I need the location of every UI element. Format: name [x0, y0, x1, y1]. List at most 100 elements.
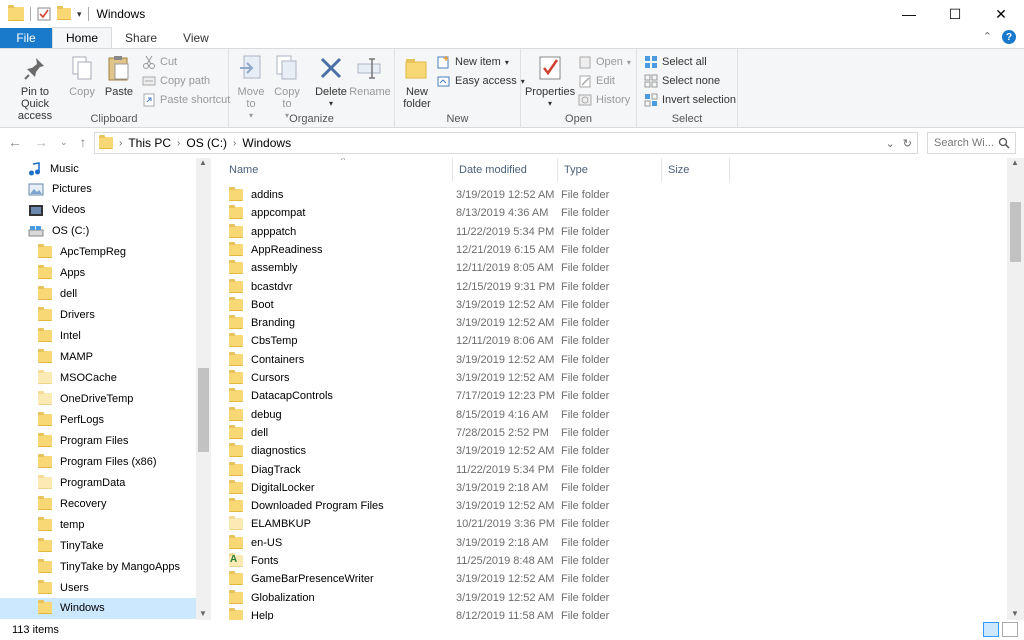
column-header-size[interactable]: Size — [662, 158, 730, 182]
chevron-right-icon[interactable]: › — [233, 138, 236, 149]
table-row[interactable]: addins 3/19/2019 12:52 AM File folder — [223, 186, 743, 204]
table-row[interactable]: debug 8/15/2019 4:16 AM File folder — [223, 406, 743, 424]
refresh-icon[interactable]: ↻ — [903, 137, 912, 150]
nav-item[interactable]: PerfLogs — [0, 409, 196, 430]
table-row[interactable]: Boot 3/19/2019 12:52 AM File folder — [223, 296, 743, 314]
scroll-down-icon[interactable]: ▼ — [199, 609, 207, 618]
minimize-button[interactable]: — — [886, 0, 932, 28]
nav-item[interactable]: Drivers — [0, 305, 196, 326]
new-folder-button[interactable]: New folder — [401, 53, 433, 110]
table-row[interactable]: apppatch 11/22/2019 5:34 PM File folder — [223, 223, 743, 241]
details-view-button[interactable] — [983, 622, 999, 637]
table-row[interactable]: bcastdvr 12/15/2019 9:31 PM File folder — [223, 278, 743, 296]
nav-item[interactable]: Program Files (x86) — [0, 451, 196, 472]
table-row[interactable]: GameBarPresenceWriter 3/19/2019 12:52 AM F… — [223, 570, 743, 588]
nav-item[interactable]: ApcTempReg — [0, 242, 196, 263]
nav-item[interactable]: OneDriveTemp — [0, 388, 196, 409]
properties-button[interactable]: Properties ▾ — [525, 53, 575, 110]
table-row[interactable]: ELAMBKUP 10/21/2019 3:36 PM File folder — [223, 515, 743, 533]
help-icon[interactable]: ? — [1002, 30, 1016, 44]
nav-item[interactable]: dell — [0, 284, 196, 305]
invert-selection-button[interactable]: Invert selection — [644, 91, 736, 109]
tab-file[interactable]: File — [0, 28, 52, 48]
tab-share[interactable]: Share — [112, 28, 170, 48]
column-header-date[interactable]: Date modified — [453, 158, 558, 182]
table-row[interactable]: A Fonts 11/25/2019 8:48 AM File folder — [223, 552, 743, 570]
easy-access-button[interactable]: Easy access ▾ — [437, 72, 525, 90]
history-button[interactable]: History — [578, 91, 630, 109]
nav-item[interactable]: ProgramData — [0, 472, 196, 493]
nav-item[interactable]: MSOCache — [0, 368, 196, 389]
customize-qat-icon[interactable]: ▾ — [77, 9, 82, 20]
nav-item[interactable]: Music — [0, 158, 196, 179]
breadcrumb-windows[interactable]: Windows — [242, 136, 291, 150]
recent-locations-icon[interactable]: ⌄ — [60, 137, 68, 148]
copy-path-button[interactable]: Copy path — [142, 72, 210, 90]
nav-item[interactable]: OS (C:) — [0, 221, 196, 242]
table-row[interactable]: en-US 3/19/2019 2:18 AM File folder — [223, 534, 743, 552]
pin-to-quick-access-button[interactable]: Pin to Quick access — [6, 53, 64, 122]
chevron-right-icon[interactable]: › — [177, 138, 180, 149]
open-button[interactable]: Open ▾ — [578, 53, 631, 71]
copy-button[interactable]: Copy — [66, 53, 98, 98]
table-row[interactable]: assembly 12/11/2019 8:05 AM File folder — [223, 259, 743, 277]
search-input[interactable]: Search Wi... — [927, 132, 1016, 154]
delete-button[interactable]: Delete ▾ — [315, 53, 347, 110]
nav-item[interactable]: Videos — [0, 200, 196, 221]
nav-item[interactable]: Users — [0, 577, 196, 598]
select-none-button[interactable]: Select none — [644, 72, 720, 90]
properties-icon[interactable] — [37, 7, 51, 21]
edit-button[interactable]: Edit — [578, 72, 615, 90]
table-row[interactable]: appcompat 8/13/2019 4:36 AM File folder — [223, 204, 743, 222]
file-list-scrollbar[interactable]: ▲ ▼ — [1007, 158, 1024, 620]
paste-shortcut-button[interactable]: Paste shortcut — [142, 91, 230, 109]
chevron-down-icon[interactable]: ⌄ — [886, 137, 895, 150]
new-folder-icon[interactable] — [57, 6, 71, 20]
copy-to-button[interactable]: Copy to ▾ — [273, 53, 301, 122]
nav-item[interactable]: Program Files — [0, 430, 196, 451]
table-row[interactable]: Globalization 3/19/2019 12:52 AM File fold… — [223, 589, 743, 607]
breadcrumb-this-pc[interactable]: This PC — [128, 136, 171, 150]
nav-item[interactable]: Pictures — [0, 179, 196, 200]
table-row[interactable]: Containers 3/19/2019 12:52 AM File folder — [223, 351, 743, 369]
maximize-button[interactable]: ☐ — [932, 0, 978, 28]
nav-item[interactable]: Intel — [0, 326, 196, 347]
scroll-down-icon[interactable]: ▼ — [1011, 609, 1019, 618]
breadcrumb-os-c[interactable]: OS (C:) — [186, 136, 227, 150]
scroll-up-icon[interactable]: ▲ — [199, 158, 207, 167]
forward-arrow-icon[interactable]: → — [34, 134, 48, 150]
table-row[interactable]: CbsTemp 12/11/2019 8:06 AM File folder — [223, 332, 743, 350]
address-bar[interactable]: › This PC › OS (C:) › Windows ⌄ ↻ — [94, 132, 918, 154]
nav-item[interactable]: TinyTake — [0, 535, 196, 556]
expand-ribbon-icon[interactable]: ⌃ — [983, 30, 992, 44]
tab-view[interactable]: View — [170, 28, 222, 48]
nav-item[interactable]: Recovery — [0, 493, 196, 514]
scroll-up-icon[interactable]: ▲ — [1011, 158, 1019, 167]
nav-scroll-thumb[interactable] — [198, 368, 209, 452]
close-button[interactable]: ✕ — [978, 0, 1024, 28]
tab-home[interactable]: Home — [52, 27, 113, 48]
nav-item[interactable]: TinyTake by MangoApps — [0, 556, 196, 577]
table-row[interactable]: Branding 3/19/2019 12:52 AM File folder — [223, 314, 743, 332]
nav-item[interactable]: temp — [0, 514, 196, 535]
file-list-scroll-thumb[interactable] — [1010, 202, 1021, 262]
up-arrow-icon[interactable]: ↑ — [80, 134, 87, 150]
move-to-button[interactable]: Move to ▾ — [237, 53, 265, 122]
table-row[interactable]: dell 7/28/2015 2:52 PM File folder — [223, 424, 743, 442]
table-row[interactable]: Downloaded Program Files 3/19/2019 12:52 … — [223, 497, 743, 515]
nav-item[interactable]: Apps — [0, 263, 196, 284]
select-all-button[interactable]: Select all — [644, 53, 707, 71]
table-row[interactable]: Cursors 3/19/2019 12:52 AM File folder — [223, 369, 743, 387]
table-row[interactable]: Help 8/12/2019 11:58 AM File folder — [223, 607, 743, 620]
cut-button[interactable]: Cut — [142, 53, 177, 71]
chevron-right-icon[interactable]: › — [119, 138, 122, 149]
back-arrow-icon[interactable]: ← — [8, 134, 22, 150]
table-row[interactable]: DatacapControls 7/17/2019 12:23 PM File fo… — [223, 387, 743, 405]
new-item-button[interactable]: New item ▾ — [437, 53, 509, 71]
table-row[interactable]: DigitalLocker 3/19/2019 2:18 AM File folde… — [223, 479, 743, 497]
column-header-type[interactable]: Type — [558, 158, 662, 182]
nav-item[interactable]: MAMP — [0, 347, 196, 368]
large-icons-view-button[interactable] — [1002, 622, 1018, 637]
paste-button[interactable]: Paste — [102, 53, 136, 98]
table-row[interactable]: DiagTrack 11/22/2019 5:34 PM File folder — [223, 461, 743, 479]
